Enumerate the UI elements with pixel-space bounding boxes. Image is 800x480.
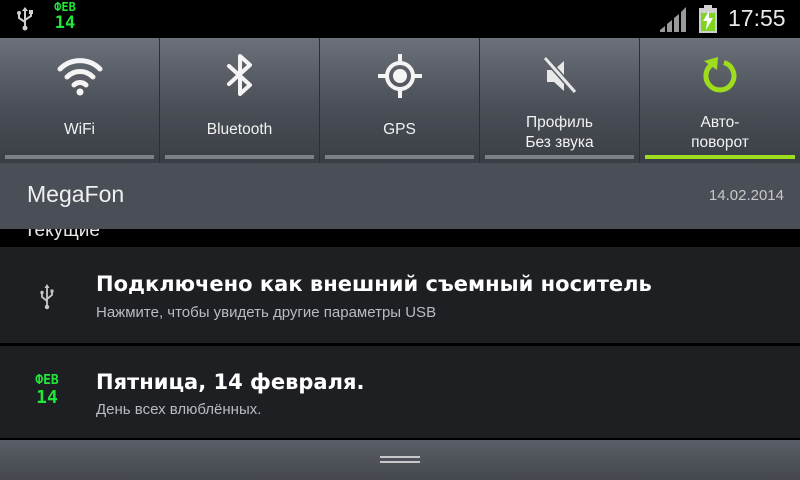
quick-setting-silent-profile[interactable]: Профиль Без звука [480, 38, 640, 163]
bluetooth-icon [226, 54, 252, 96]
notification-usb[interactable]: Подключено как внешний съемный носитель … [0, 247, 800, 343]
carrier-name: MegaFon [27, 181, 125, 207]
usb-icon [40, 284, 54, 310]
notification-title: Подключено как внешний съемный носитель [96, 272, 652, 296]
auto-rotate-icon [703, 57, 737, 93]
carrier-date: 14.02.2014 [708, 187, 784, 204]
bluetooth-label: Bluetooth [206, 121, 273, 138]
section-label-ongoing: Текущие [24, 229, 100, 241]
gps-status-bar [325, 155, 474, 159]
calendar-day: 14 [36, 387, 58, 408]
panel-handle-bar[interactable] [0, 440, 800, 480]
silent-profile-icon [542, 56, 577, 94]
section-header: Текущие [0, 229, 800, 247]
silent-profile-label-line1: Профиль [526, 114, 593, 131]
wifi-label: WiFi [64, 121, 95, 138]
auto-rotate-label: Авто- поворот [640, 113, 800, 153]
signal-icon [660, 7, 686, 32]
notification-calendar[interactable]: ФЕВ 14 Пятница, 14 февраля. День всех вл… [0, 346, 800, 438]
auto-rotate-label-line1: Авто- [700, 114, 740, 131]
quick-setting-auto-rotate[interactable]: Авто- поворот [640, 38, 800, 163]
gps-icon [377, 54, 422, 98]
quick-setting-wifi[interactable]: WiFi [0, 38, 160, 163]
quick-settings-panel: WiFi Bluetooth GPS Профиль Без звука Авт… [0, 38, 800, 163]
wifi-status-bar [5, 155, 154, 159]
silent-profile-label: Профиль Без звука [480, 113, 639, 153]
status-bar: ФЕВ 14 17:55 [0, 0, 800, 38]
calendar-status-icon: ФЕВ 14 [50, 1, 80, 32]
auto-rotate-status-bar [645, 155, 795, 159]
silent-profile-label-line2: Без звука [525, 134, 594, 151]
silent-profile-status-bar [485, 155, 634, 159]
calendar-month: ФЕВ [35, 373, 59, 388]
calendar-icon: ФЕВ 14 [30, 374, 64, 414]
drag-handle-icon[interactable] [380, 455, 420, 465]
quick-setting-bluetooth[interactable]: Bluetooth [160, 38, 320, 163]
quick-setting-gps[interactable]: GPS [320, 38, 480, 163]
notification-subtitle: День всех влюблённых. [96, 401, 262, 418]
battery-charging-icon [699, 5, 717, 33]
clock: 17:55 [728, 5, 786, 31]
carrier-row: MegaFon 14.02.2014 [0, 163, 800, 229]
usb-icon [17, 7, 33, 31]
calendar-month: ФЕВ [54, 0, 76, 14]
wifi-icon [57, 58, 102, 96]
auto-rotate-label-line2: поворот [691, 134, 749, 151]
notification-title: Пятница, 14 февраля. [96, 370, 365, 394]
gps-label: GPS [383, 121, 416, 138]
notification-subtitle: Нажмите, чтобы увидеть другие параметры … [96, 304, 437, 321]
bluetooth-status-bar [165, 155, 314, 159]
calendar-day: 14 [54, 13, 76, 33]
